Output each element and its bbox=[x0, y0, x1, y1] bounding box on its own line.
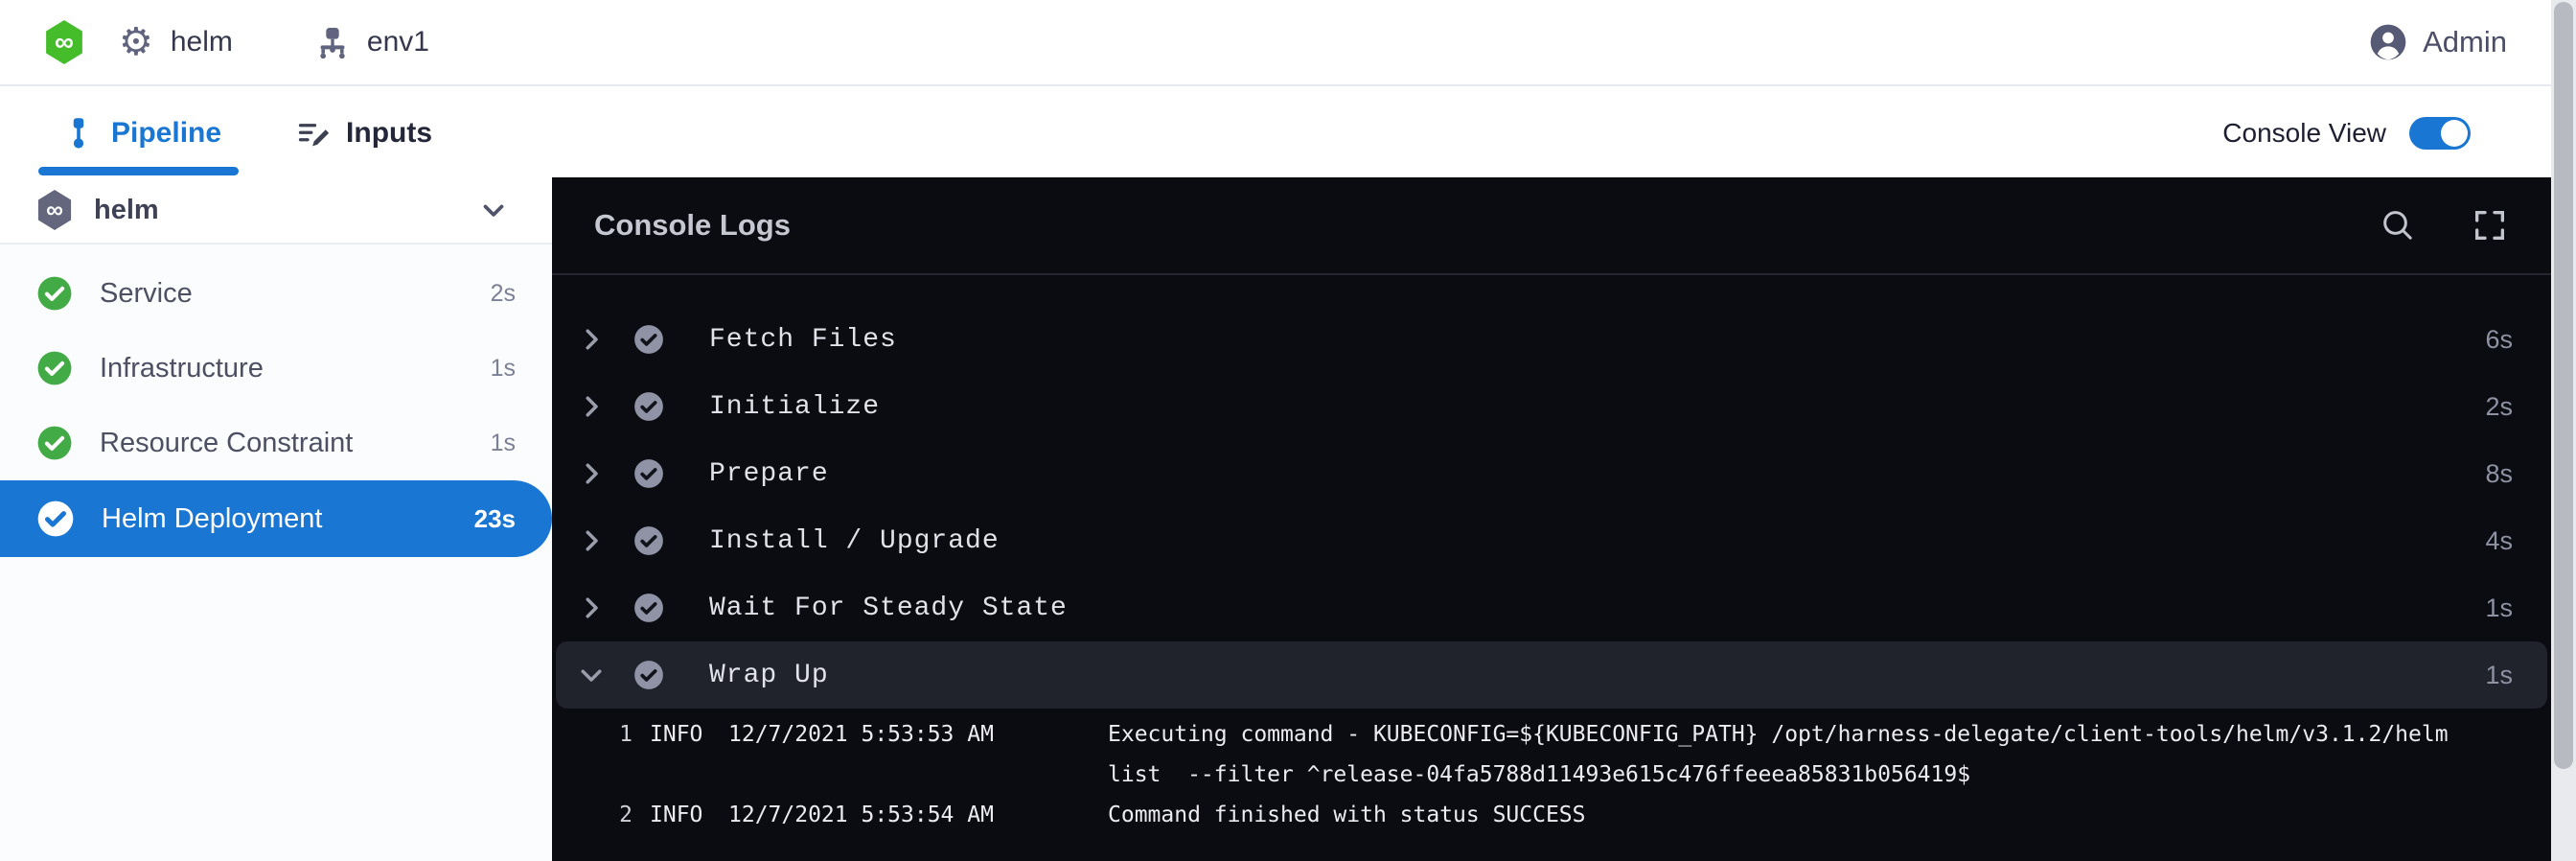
success-check-icon bbox=[36, 500, 75, 538]
step-row-wrap-up[interactable]: Wrap Up 1s bbox=[556, 641, 2547, 709]
top-bar: ∞ ⚙ helm env1 Admin bbox=[0, 0, 2551, 86]
step-duration: 4s bbox=[2485, 526, 2513, 556]
log-line: 2 INFO 12/7/2021 5:53:54 AM Command fini… bbox=[552, 795, 2551, 835]
success-check-icon bbox=[632, 323, 665, 356]
execution-sidebar: ∞ helm Service 2s In bbox=[0, 177, 552, 861]
console-step-list: Fetch Files 6s Initialize 2s bbox=[552, 275, 2551, 835]
success-check-icon bbox=[632, 457, 665, 490]
step-row-fetch-files[interactable]: Fetch Files 6s bbox=[552, 306, 2551, 373]
tab-pipeline-label: Pipeline bbox=[111, 117, 221, 150]
sidebar-item-helm-deployment[interactable]: Helm Deployment 23s bbox=[0, 480, 552, 557]
console-view-control: Console View bbox=[2222, 117, 2471, 150]
sidebar-step-list: Service 2s Infrastructure 1s Resource Co… bbox=[0, 244, 552, 557]
infinity-glyph: ∞ bbox=[46, 198, 63, 222]
log-message: Command finished with status SUCCESS bbox=[1108, 795, 2499, 835]
success-check-icon bbox=[632, 592, 665, 624]
step-label: Wait For Steady State bbox=[709, 593, 1068, 623]
chevron-right-icon[interactable] bbox=[577, 392, 608, 421]
gear-icon[interactable]: ⚙ bbox=[119, 23, 153, 61]
log-line-number: 2 bbox=[608, 795, 632, 835]
step-duration: 1s bbox=[2485, 661, 2513, 690]
step-label: Fetch Files bbox=[709, 325, 897, 355]
success-check-icon bbox=[36, 350, 73, 386]
duration-badge: 1s bbox=[491, 355, 516, 383]
tab-inputs-label: Inputs bbox=[346, 117, 432, 150]
log-line-number: 1 bbox=[608, 714, 632, 795]
duration-badge: 1s bbox=[491, 430, 516, 457]
fullscreen-icon[interactable] bbox=[2471, 206, 2509, 244]
step-label: Prepare bbox=[709, 459, 829, 489]
stage-hexagon-icon: ∞ bbox=[36, 190, 73, 230]
console-logs-panel: Console Logs bbox=[552, 177, 2551, 861]
sidebar-item-label: Resource Constraint bbox=[100, 428, 353, 459]
step-label: Wrap Up bbox=[709, 661, 829, 690]
duration-badge: 23s bbox=[474, 504, 516, 534]
tab-inputs[interactable]: Inputs bbox=[296, 88, 432, 177]
step-row-initialize[interactable]: Initialize 2s bbox=[552, 373, 2551, 440]
success-check-icon bbox=[36, 425, 73, 461]
chevron-right-icon[interactable] bbox=[577, 325, 608, 354]
page-scrollbar bbox=[2551, 0, 2576, 861]
success-check-icon bbox=[632, 390, 665, 423]
sidebar-item-service[interactable]: Service 2s bbox=[0, 256, 552, 331]
console-view-toggle[interactable] bbox=[2409, 117, 2471, 150]
content-area: ∞ helm Service 2s In bbox=[0, 177, 2551, 861]
sidebar-item-label: Infrastructure bbox=[100, 353, 264, 384]
tab-pipeline[interactable]: Pipeline bbox=[61, 88, 221, 177]
step-row-wait-for-steady-state[interactable]: Wait For Steady State 1s bbox=[552, 574, 2551, 641]
log-line: 1 INFO 12/7/2021 5:53:53 AM Executing co… bbox=[552, 714, 2551, 795]
step-duration: 8s bbox=[2485, 459, 2513, 489]
success-check-icon bbox=[632, 659, 665, 691]
chevron-down-icon[interactable] bbox=[477, 194, 510, 226]
harness-logo-icon[interactable]: ∞ bbox=[44, 20, 84, 64]
duration-badge: 2s bbox=[491, 280, 516, 308]
console-view-label: Console View bbox=[2222, 118, 2386, 149]
chevron-right-icon[interactable] bbox=[577, 459, 608, 488]
environment-name[interactable]: env1 bbox=[367, 26, 429, 58]
sidebar-item-infrastructure[interactable]: Infrastructure 1s bbox=[0, 331, 552, 406]
console-title: Console Logs bbox=[594, 208, 791, 243]
pipeline-icon bbox=[61, 116, 96, 151]
chevron-down-icon[interactable] bbox=[577, 661, 608, 689]
step-duration: 2s bbox=[2485, 392, 2513, 422]
tab-bar: Pipeline Inputs Console View bbox=[0, 88, 2551, 177]
user-menu[interactable]: Admin bbox=[2369, 23, 2507, 61]
chevron-right-icon[interactable] bbox=[577, 526, 608, 555]
step-row-prepare[interactable]: Prepare 8s bbox=[552, 440, 2551, 507]
log-timestamp: 12/7/2021 5:53:53 AM bbox=[728, 714, 1050, 795]
sidebar-group-label: helm bbox=[94, 195, 159, 226]
chevron-right-icon[interactable] bbox=[577, 593, 608, 622]
avatar bbox=[2369, 23, 2407, 61]
scrollbar-thumb[interactable] bbox=[2554, 2, 2573, 769]
step-duration: 1s bbox=[2485, 593, 2513, 623]
sidebar-group-header[interactable]: ∞ helm bbox=[0, 177, 552, 244]
environment-icon bbox=[313, 23, 352, 61]
log-timestamp: 12/7/2021 5:53:54 AM bbox=[728, 795, 1050, 835]
log-level: INFO bbox=[650, 714, 713, 795]
console-header: Console Logs bbox=[552, 177, 2551, 275]
infinity-glyph: ∞ bbox=[55, 29, 74, 56]
sidebar-item-resource-constraint[interactable]: Resource Constraint 1s bbox=[0, 406, 552, 480]
sidebar-item-label: Service bbox=[100, 278, 193, 310]
success-check-icon bbox=[36, 275, 73, 312]
sidebar-item-label: Helm Deployment bbox=[102, 503, 322, 535]
log-output: 1 INFO 12/7/2021 5:53:53 AM Executing co… bbox=[552, 709, 2551, 835]
toggle-knob bbox=[2441, 120, 2468, 147]
success-check-icon bbox=[632, 524, 665, 557]
admin-label: Admin bbox=[2423, 25, 2507, 59]
step-label: Install / Upgrade bbox=[709, 526, 1000, 556]
step-label: Initialize bbox=[709, 392, 880, 422]
step-duration: 6s bbox=[2485, 325, 2513, 355]
step-row-install-upgrade[interactable]: Install / Upgrade 4s bbox=[552, 507, 2551, 574]
log-message: Executing command - KUBECONFIG=${KUBECON… bbox=[1108, 714, 2499, 795]
edit-lines-icon bbox=[296, 116, 331, 151]
search-icon[interactable] bbox=[2379, 206, 2417, 244]
log-level: INFO bbox=[650, 795, 713, 835]
active-tab-underline bbox=[38, 167, 239, 175]
pipeline-execution-screen: ∞ ⚙ helm env1 Admin bbox=[0, 0, 2576, 861]
pipeline-name[interactable]: helm bbox=[171, 26, 233, 58]
console-header-actions bbox=[2379, 206, 2509, 244]
